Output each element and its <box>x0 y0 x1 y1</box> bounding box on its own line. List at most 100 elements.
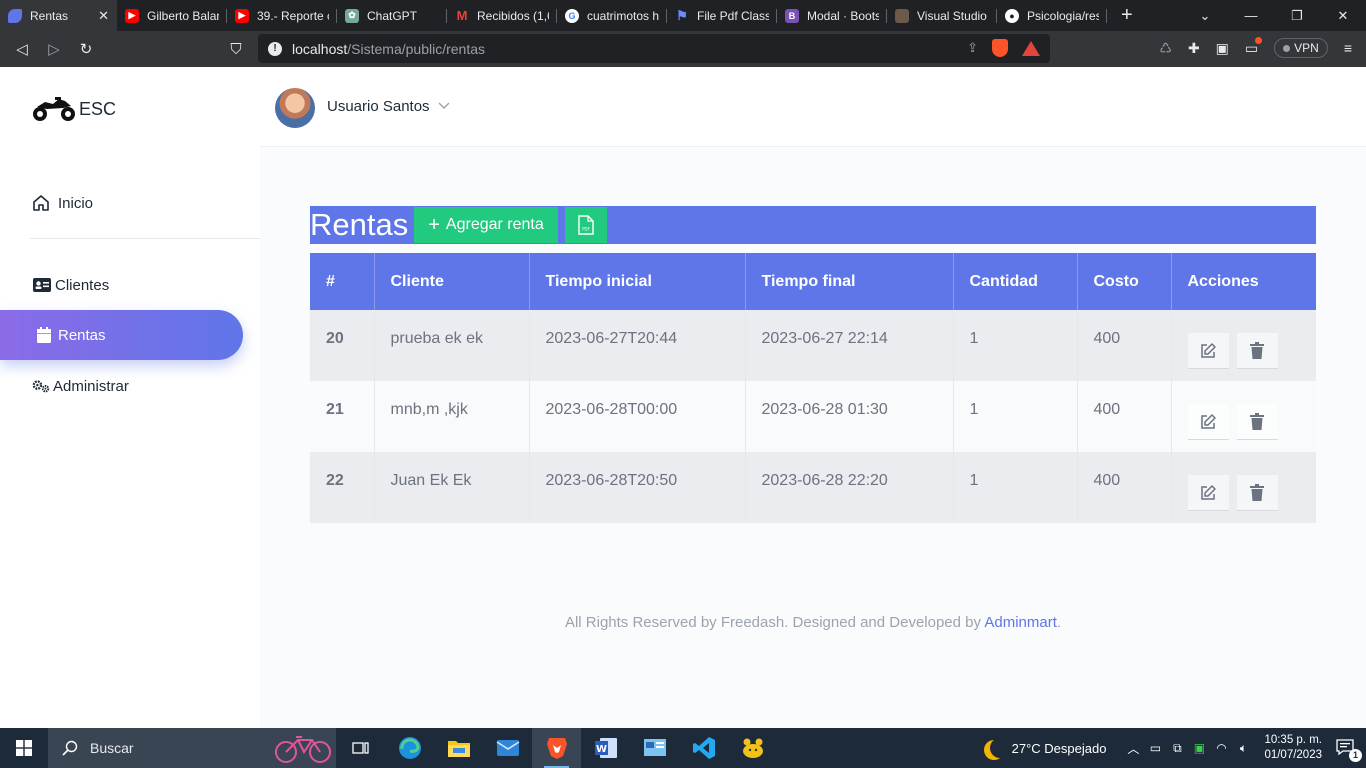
meet-now-icon[interactable]: ⧉ <box>1166 741 1188 756</box>
task-view-button[interactable] <box>336 728 385 768</box>
atv-quad-logo-icon <box>33 97 75 121</box>
restore-button[interactable]: ❐ <box>1274 8 1320 24</box>
tab-label: Psicologia/res <box>1027 8 1099 23</box>
trash-icon <box>1250 413 1264 430</box>
edit-button[interactable] <box>1187 333 1229 369</box>
app-taskbar-button[interactable] <box>728 728 777 768</box>
vpn-label: VPN <box>1294 41 1319 55</box>
delete-button[interactable] <box>1236 404 1278 440</box>
bookmark-icon[interactable]: ⛉ <box>220 41 252 58</box>
vscode-taskbar-button[interactable] <box>679 728 728 768</box>
youtube-icon: ▶ <box>125 8 139 23</box>
control-panel-icon <box>643 739 666 756</box>
volume-icon[interactable]: 🔈︎ <box>1232 741 1254 756</box>
freedash-favicon-icon <box>8 8 22 23</box>
edge-taskbar-button[interactable] <box>385 728 434 768</box>
edit-button[interactable] <box>1187 404 1229 440</box>
address-bar[interactable]: ! localhost/Sistema/public/rentas ⇪ <box>258 34 1050 63</box>
plus-icon: + <box>428 214 440 236</box>
start-button[interactable] <box>0 728 48 768</box>
close-tab-icon[interactable]: ✕ <box>98 8 109 24</box>
word-taskbar-button[interactable]: W <box>581 728 630 768</box>
sidebar-toggle-icon[interactable]: ▣ <box>1216 40 1229 57</box>
cell-cliente: Juan Ek Ek <box>374 452 530 523</box>
edit-button[interactable] <box>1187 475 1229 511</box>
trash-icon <box>1250 484 1264 501</box>
user-avatar[interactable] <box>275 88 315 128</box>
brand[interactable]: ESC <box>31 95 116 123</box>
cell-acciones <box>1171 310 1316 381</box>
footer-adminmart-link[interactable]: Adminmart <box>984 614 1057 631</box>
green-app-tray-icon[interactable]: ▣ <box>1188 741 1210 755</box>
sidebar-item-label: Inicio <box>58 194 94 212</box>
battery-icon[interactable]: ▭ <box>1144 741 1166 755</box>
user-menu[interactable]: Usuario Santos <box>327 98 450 115</box>
sidebar-divider <box>30 238 260 239</box>
brave-rewards-icon[interactable] <box>1022 40 1040 56</box>
tab-file-pdf[interactable]: ⚑ File Pdf Classi <box>667 0 777 31</box>
wifi-icon[interactable]: ◠ <box>1210 741 1232 755</box>
sidebar-item-clientes[interactable]: Clientes <box>0 260 243 310</box>
task-view-icon <box>351 742 369 754</box>
brave-taskbar-button[interactable] <box>532 728 581 768</box>
url-path: /Sistema/public/rentas <box>347 40 485 57</box>
sidebar-item-label: Rentas <box>58 326 106 344</box>
site-info-icon[interactable]: ! <box>268 41 282 56</box>
close-window-button[interactable]: ✕ <box>1320 8 1366 24</box>
brave-shields-icon[interactable] <box>992 39 1008 57</box>
profile-thumbnail-icon <box>895 8 909 23</box>
gears-icon <box>32 377 50 395</box>
column-header: Tiempo final <box>745 253 954 310</box>
cell-tiempo-inicial: 2023-06-28T00:00 <box>529 381 746 452</box>
share-icon[interactable]: ⇪ <box>967 40 978 56</box>
pdf-file-icon: PDF <box>578 215 594 235</box>
brave-browser-icon <box>546 738 567 759</box>
export-pdf-button[interactable]: PDF <box>564 207 607 243</box>
window-controls: ⌄ — ❐ ✕ <box>1182 0 1366 31</box>
sidebar-item-inicio[interactable]: Inicio <box>0 178 243 228</box>
weather-widget[interactable]: 27°C Despejado <box>984 738 1107 758</box>
tab-chatgpt[interactable]: ✿ ChatGPT <box>337 0 447 31</box>
tab-search-chevron-icon[interactable]: ⌄ <box>1182 8 1228 24</box>
back-button[interactable]: ◁ <box>6 40 38 58</box>
tab-github[interactable]: ● Psicologia/res <box>997 0 1107 31</box>
rentals-table: # Cliente Tiempo inicial Tiempo final Ca… <box>310 253 1316 523</box>
cell-cliente: mnb,m ,kjk <box>374 381 530 452</box>
cell-cantidad: 1 <box>953 381 1078 452</box>
tab-rentas[interactable]: Rentas ✕ <box>0 0 117 31</box>
tab-gmail[interactable]: M Recibidos (1,6 <box>447 0 557 31</box>
github-icon: ● <box>1005 8 1019 23</box>
sidebar-item-administrar[interactable]: Administrar <box>0 361 243 411</box>
tab-label: cuatrimotos h <box>587 8 659 23</box>
add-rental-button[interactable]: + Agregar renta <box>414 207 558 243</box>
delete-button[interactable] <box>1236 475 1278 511</box>
sidebar-item-rentas[interactable]: Rentas <box>0 310 243 360</box>
cell-cantidad: 1 <box>953 310 1078 381</box>
tab-youtube-gilberto[interactable]: ▶ Gilberto Balan <box>117 0 227 31</box>
chevron-up-icon[interactable]: ︿ <box>1122 740 1144 757</box>
new-tab-button[interactable]: + <box>1121 4 1141 27</box>
tab-bootstrap-modal[interactable]: B Modal · Boots <box>777 0 887 31</box>
notification-count-badge: 1 <box>1349 748 1362 762</box>
bootstrap-icon: B <box>785 8 799 23</box>
tab-youtube-reporte[interactable]: ▶ 39.- Reporte c <box>227 0 337 31</box>
minimize-button[interactable]: — <box>1228 8 1274 23</box>
taskbar-search[interactable]: Buscar <box>48 728 336 768</box>
tab-visual-studio[interactable]: Visual Studio <box>887 0 997 31</box>
extensions-puzzle-icon[interactable]: ✚ <box>1188 40 1200 57</box>
forward-button[interactable]: ▷ <box>38 40 70 58</box>
delete-button[interactable] <box>1236 333 1278 369</box>
tab-google-search[interactable]: G cuatrimotos h <box>557 0 667 31</box>
recycle-icon[interactable]: ♺ <box>1159 40 1172 57</box>
vpn-button[interactable]: VPN <box>1274 38 1328 58</box>
file-explorer-taskbar-button[interactable] <box>434 728 483 768</box>
mail-taskbar-button[interactable] <box>483 728 532 768</box>
menu-icon[interactable]: ≡ <box>1344 40 1352 56</box>
clock[interactable]: 10:35 p. m. 01/07/2023 <box>1264 733 1322 763</box>
wallet-icon[interactable]: ▭ <box>1245 36 1263 57</box>
cell-costo: 400 <box>1077 452 1172 523</box>
control-panel-taskbar-button[interactable] <box>630 728 679 768</box>
reload-button[interactable]: ↻ <box>70 40 102 58</box>
tab-label: Rentas <box>30 8 69 23</box>
notifications-button[interactable]: 1 <box>1334 738 1362 762</box>
